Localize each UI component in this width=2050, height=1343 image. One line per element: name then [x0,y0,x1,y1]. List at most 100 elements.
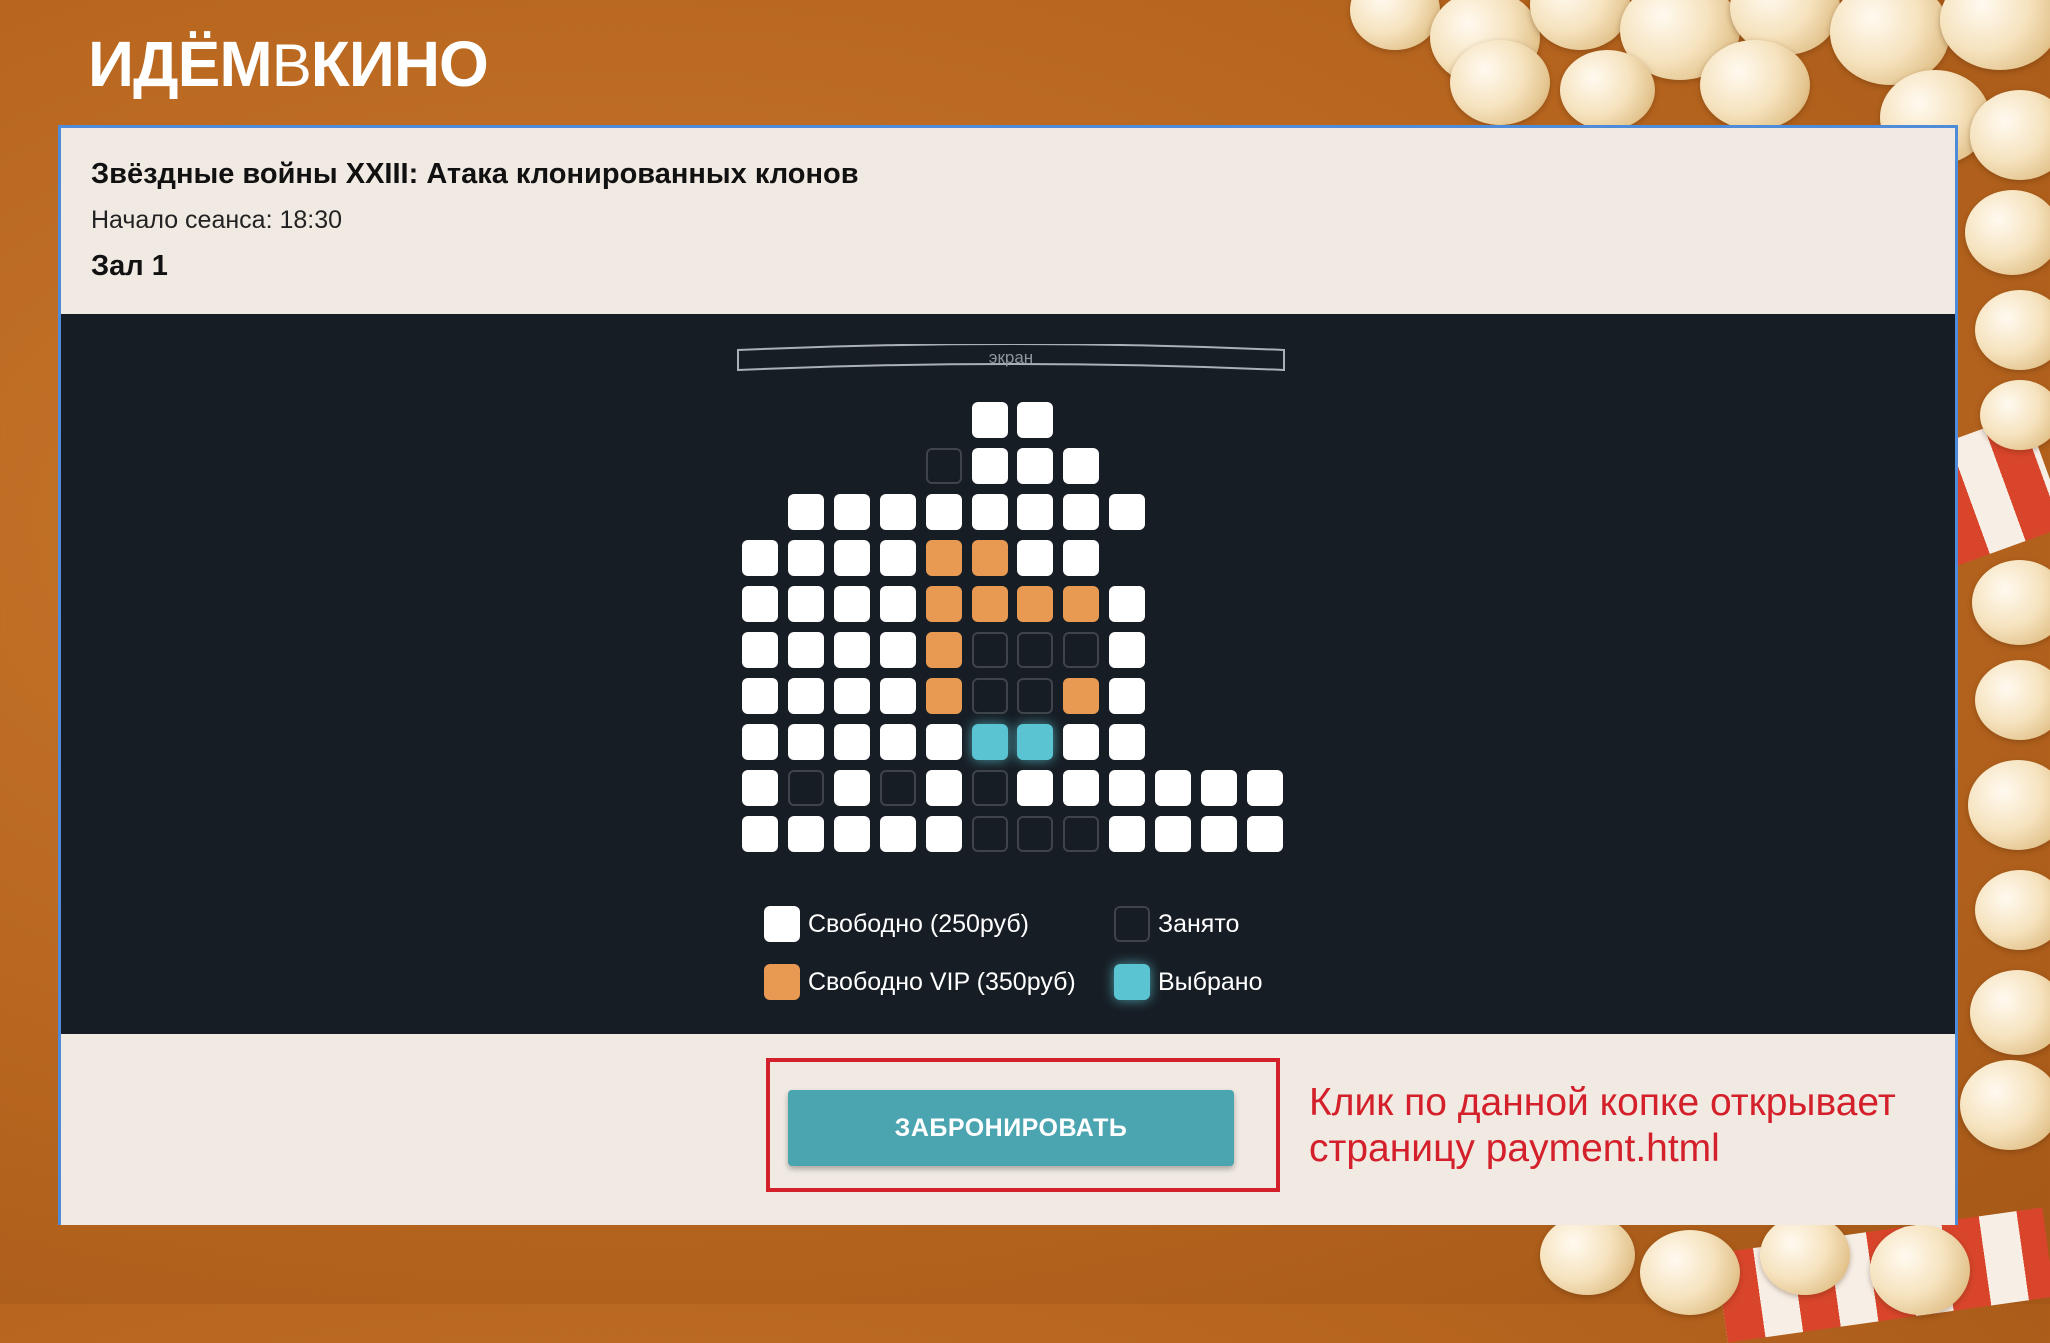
seat-free[interactable] [834,770,870,806]
seat-vip[interactable] [926,632,962,668]
seat-taken [972,770,1008,806]
seat-free[interactable] [926,724,962,760]
seat-taken [1063,632,1099,668]
seat-taken [1063,816,1099,852]
legend-vip-label: Свободно VIP (350руб) [808,968,1076,996]
seat-free[interactable] [880,678,916,714]
hall-scheme: экран Свободно (250руб) Занято Свободно … [61,314,1955,1034]
seat-taken [972,632,1008,668]
seat-free[interactable] [742,678,778,714]
booking-footer: ЗАБРОНИРОВАТЬ Клик по данной копке откры… [61,1034,1955,1225]
seat-vip[interactable] [1017,586,1053,622]
seat-free[interactable] [1017,402,1053,438]
seat-free[interactable] [1247,770,1283,806]
seat-free[interactable] [1017,494,1053,530]
seat-taken [972,816,1008,852]
screen-label: экран [988,348,1034,367]
screen: экран [736,344,1286,374]
seat-free[interactable] [880,586,916,622]
seat-free[interactable] [1063,724,1099,760]
logo-part-kino: КИНО [310,28,489,100]
session-start-time: Начало сеанса: 18:30 [91,206,343,234]
legend-selected-swatch [1114,964,1150,1000]
seat-free[interactable] [880,816,916,852]
seat-free[interactable] [1017,448,1053,484]
seat-free[interactable] [1201,770,1237,806]
seat-free[interactable] [742,816,778,852]
seat-vip[interactable] [1063,678,1099,714]
legend-taken-label: Занято [1158,910,1240,938]
seat-free[interactable] [1247,816,1283,852]
book-button[interactable]: ЗАБРОНИРОВАТЬ [788,1090,1234,1166]
logo-part-v: В [271,32,312,99]
seat-free[interactable] [788,586,824,622]
seat-vip[interactable] [972,586,1008,622]
seat-free[interactable] [1063,494,1099,530]
seat-free[interactable] [880,724,916,760]
seat-free[interactable] [834,632,870,668]
annotation-text: Клик по данной копке открывает страницу … [1309,1081,1896,1170]
legend-vip-swatch [764,964,800,1000]
seat-free[interactable] [1017,770,1053,806]
seat-free[interactable] [880,494,916,530]
seat-free[interactable] [742,632,778,668]
seat-free[interactable] [834,540,870,576]
seat-free[interactable] [1155,770,1191,806]
seat-free[interactable] [880,540,916,576]
seat-vip[interactable] [1063,586,1099,622]
logo-part-idem: ИДЁМ [88,28,273,100]
seat-free[interactable] [880,632,916,668]
seat-selected[interactable] [1017,724,1053,760]
seat-free[interactable] [834,724,870,760]
seat-free[interactable] [742,586,778,622]
seat-free[interactable] [742,540,778,576]
seat-free[interactable] [834,678,870,714]
seat-free[interactable] [1109,632,1145,668]
seat-free[interactable] [742,770,778,806]
seat-free[interactable] [1109,678,1145,714]
seat-free[interactable] [788,632,824,668]
seat-free[interactable] [1201,816,1237,852]
seat-free[interactable] [834,586,870,622]
seat-free[interactable] [834,494,870,530]
seat-taken [788,770,824,806]
seat-taken [880,770,916,806]
seat-vip[interactable] [926,586,962,622]
brand-logo[interactable]: ИДЁМВКИНО [88,24,489,104]
seat-vip[interactable] [972,540,1008,576]
seat-selected[interactable] [972,724,1008,760]
seat-vip[interactable] [926,678,962,714]
seat-free[interactable] [788,494,824,530]
seat-free[interactable] [1109,724,1145,760]
seat-free[interactable] [1109,494,1145,530]
legend-free-label: Свободно (250руб) [808,910,1029,938]
seat-free[interactable] [834,816,870,852]
movie-title: Звёздные войны XXIII: Атака клонированны… [91,158,859,190]
seat-free[interactable] [926,816,962,852]
seat-free[interactable] [788,724,824,760]
seat-taken [1017,678,1053,714]
seat-free[interactable] [788,816,824,852]
seat-free[interactable] [1109,770,1145,806]
seat-taken [1017,632,1053,668]
seat-free[interactable] [926,494,962,530]
seat-free[interactable] [1017,540,1053,576]
seat-free[interactable] [788,678,824,714]
seat-free[interactable] [1063,540,1099,576]
seat-free[interactable] [972,494,1008,530]
booking-card: Звёздные войны XXIII: Атака клонированны… [58,125,1958,1225]
hall-name: Зал 1 [91,250,168,282]
seat-free[interactable] [742,724,778,760]
seat-free[interactable] [1109,586,1145,622]
seat-free[interactable] [788,540,824,576]
seat-free[interactable] [1063,770,1099,806]
legend-selected-label: Выбрано [1158,968,1263,996]
seat-free[interactable] [972,402,1008,438]
seat-free[interactable] [926,770,962,806]
seat-vip[interactable] [926,540,962,576]
seat-free[interactable] [1109,816,1145,852]
seat-free[interactable] [972,448,1008,484]
seat-free[interactable] [1063,448,1099,484]
seat-free[interactable] [1155,816,1191,852]
seat-taken [926,448,962,484]
